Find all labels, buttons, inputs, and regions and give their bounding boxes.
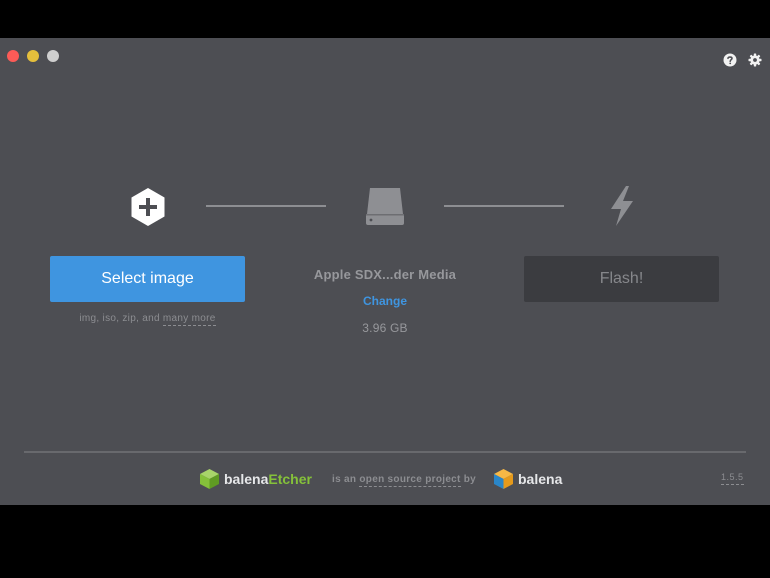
etcher-brand-link[interactable]: balenaEtcher [224, 471, 312, 487]
change-drive-link[interactable]: Change [290, 294, 480, 308]
window-minimize-button[interactable] [27, 50, 39, 62]
footer-byline: is an open source project by [332, 474, 477, 487]
supported-formats: img, iso, zip, and many more [50, 313, 245, 326]
byline-suffix: by [463, 474, 477, 485]
lightning-bolt-icon [611, 186, 633, 226]
window-close-button[interactable] [7, 50, 19, 62]
open-source-link[interactable]: open source project [359, 474, 461, 487]
etcher-logo-icon[interactable] [199, 468, 220, 490]
settings-icon[interactable] [748, 53, 762, 67]
plus-hexagon-icon [131, 188, 165, 226]
balena-logo-icon[interactable] [493, 468, 514, 490]
footer-divider [24, 451, 746, 453]
version-label[interactable]: 1.5.5 [721, 472, 744, 485]
footer: balenaEtcher is an open source project b… [0, 468, 770, 492]
brand-accent: Etcher [268, 471, 312, 487]
flash-button: Flash! [524, 256, 719, 302]
drive-icon [366, 188, 404, 225]
window-maximize-button[interactable] [47, 50, 59, 62]
step-connector-2 [444, 205, 564, 207]
drive-size: 3.96 GB [362, 321, 408, 335]
brand-prefix: balena [224, 471, 269, 487]
many-more-link[interactable]: many more [162, 313, 216, 326]
app-window: Select image img, iso, zip, and many mor… [0, 38, 770, 505]
help-icon[interactable] [723, 53, 737, 67]
formats-text: img, iso, zip, and [79, 313, 160, 324]
select-image-button[interactable]: Select image [50, 256, 245, 302]
byline-prefix: is an [332, 474, 357, 485]
step-connector-1 [206, 205, 326, 207]
balena-brand-link[interactable]: balena [518, 471, 562, 487]
selected-drive-name: Apple SDX...der Media [313, 267, 457, 282]
